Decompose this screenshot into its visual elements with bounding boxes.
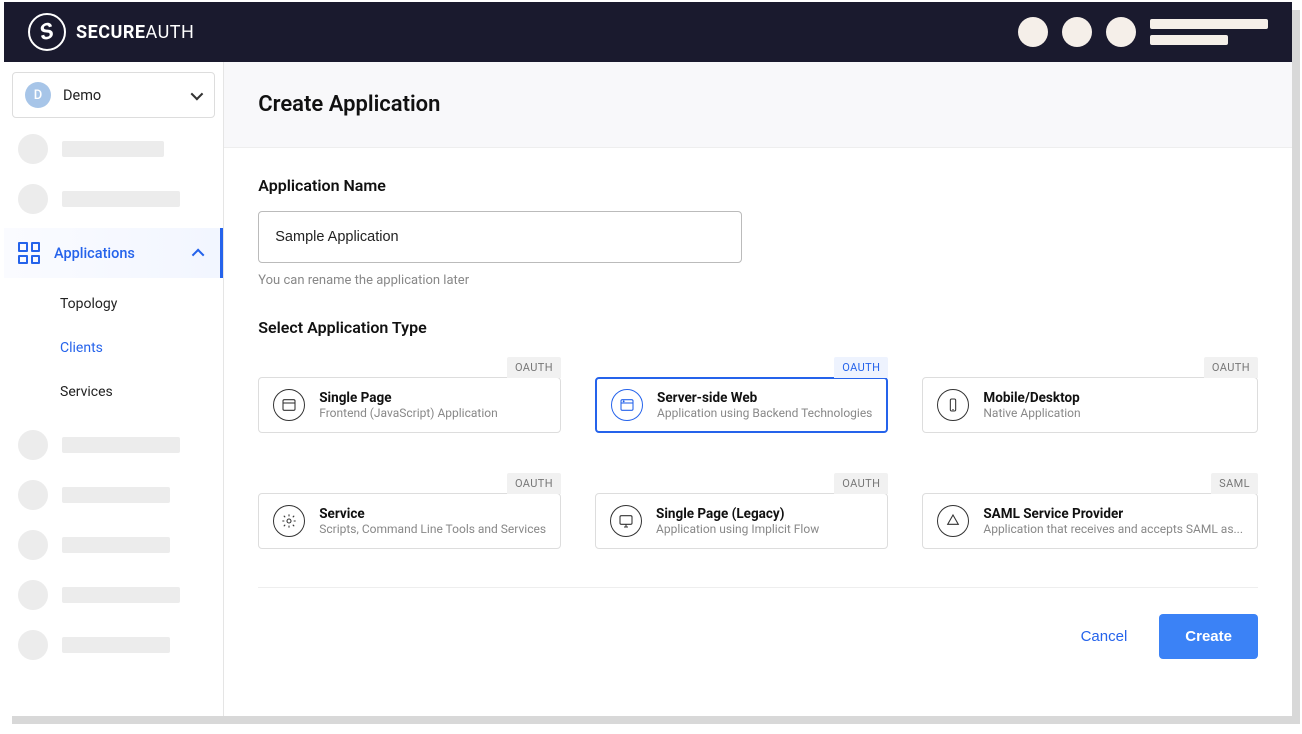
app-type-title: Mobile/Desktop [983,390,1080,406]
sidebar-subitem-services[interactable]: Services [60,370,223,414]
app-type-title: Single Page [319,390,497,406]
app-name-helper: You can rename the application later [258,273,1258,288]
app-type-single-page[interactable]: Single Page Frontend (JavaScript) Applic… [258,377,561,433]
app-type-mobile-desktop[interactable]: Mobile/Desktop Native Application [922,377,1258,433]
sidebar-placeholder-item [4,520,223,570]
main-header: Create Application [224,62,1292,147]
application-name-input[interactable] [258,211,742,263]
app-type-badge: OAUTH [834,357,888,378]
main: Create Application Application Name You … [224,62,1292,716]
app-type-single-page-legacy[interactable]: Single Page (Legacy) Application using I… [595,493,888,549]
app-type-cell: OAUTH Server-side Web Application using … [595,377,888,433]
gear-icon [273,505,305,537]
app-name-label: Application Name [258,176,1258,195]
app-type-badge: OAUTH [507,357,561,378]
brand-logo[interactable]: S SECUREAUTH [28,13,194,51]
app-type-cell: OAUTH Service Scripts, Command Line Tool… [258,493,561,549]
app-type-title: Server-side Web [657,390,872,406]
app-type-badge: OAUTH [1204,357,1258,378]
page-title: Create Application [258,92,1258,117]
create-button[interactable]: Create [1159,614,1258,659]
app-type-service[interactable]: Service Scripts, Command Line Tools and … [258,493,561,549]
header-placeholder-circle [1018,17,1048,47]
sidebar-placeholder-item [4,174,223,224]
workspace-badge: D [25,82,51,108]
sidebar-subnav: Topology Clients Services [4,282,223,414]
monitor-icon [610,505,642,537]
brand-logo-icon: S [28,13,66,51]
server-icon [611,389,643,421]
window-icon [273,389,305,421]
chevron-down-icon [188,88,202,102]
mobile-icon [937,389,969,421]
header-placeholder-circle [1062,17,1092,47]
app-type-title: Service [319,506,546,522]
sidebar-subitem-clients[interactable]: Clients [60,326,223,370]
sidebar-placeholder-item [4,620,223,670]
app-type-title: SAML Service Provider [983,506,1243,522]
sidebar: D Demo Applications Topology Cli [4,62,224,716]
app-type-server-side-web[interactable]: Server-side Web Application using Backen… [595,377,888,433]
sidebar-placeholder-item [4,420,223,470]
app-type-subtitle: Frontend (JavaScript) Application [319,406,497,420]
app-type-badge: OAUTH [834,473,888,494]
header-placeholder-circle [1106,17,1136,47]
workspace-name: Demo [63,87,101,104]
sidebar-placeholder-item [4,470,223,520]
app-type-subtitle: Application that receives and accepts SA… [983,522,1243,536]
header-right [1018,17,1268,47]
saml-icon [937,505,969,537]
app-type-saml-service-provider[interactable]: SAML Service Provider Application that r… [922,493,1258,549]
brand-logo-text: SECUREAUTH [76,22,194,43]
app-type-subtitle: Application using Backend Technologies [657,406,872,420]
app-type-title: Single Page (Legacy) [656,506,819,522]
sidebar-subitem-topology[interactable]: Topology [60,282,223,326]
app-type-subtitle: Application using Implicit Flow [656,522,819,536]
app-type-subtitle: Scripts, Command Line Tools and Services [319,522,546,536]
app-type-badge: SAML [1211,473,1258,494]
app-type-cell: OAUTH Single Page (Legacy) Application u… [595,493,888,549]
sidebar-item-applications[interactable]: Applications [4,228,223,278]
app-type-cell: SAML SAML Service Provider Application t… [922,493,1258,549]
sidebar-placeholder-item [4,124,223,174]
app-type-subtitle: Native Application [983,406,1080,420]
app-type-grid: OAUTH Single Page Frontend (JavaScript) … [258,377,1258,549]
grid-icon [18,242,40,264]
cancel-button[interactable]: Cancel [1075,618,1134,655]
sidebar-item-label: Applications [54,245,135,262]
app-type-label: Select Application Type [258,318,1258,337]
header: S SECUREAUTH [4,2,1292,62]
app-type-cell: OAUTH Mobile/Desktop Native Application [922,377,1258,433]
sidebar-placeholder-item [4,570,223,620]
header-placeholder-bars [1150,19,1268,45]
chevron-up-icon [192,246,206,260]
footer-actions: Cancel Create [258,588,1258,685]
app-type-badge: OAUTH [507,473,561,494]
app-type-cell: OAUTH Single Page Frontend (JavaScript) … [258,377,561,433]
workspace-selector[interactable]: D Demo [12,72,215,118]
main-content: Application Name You can rename the appl… [224,147,1292,716]
